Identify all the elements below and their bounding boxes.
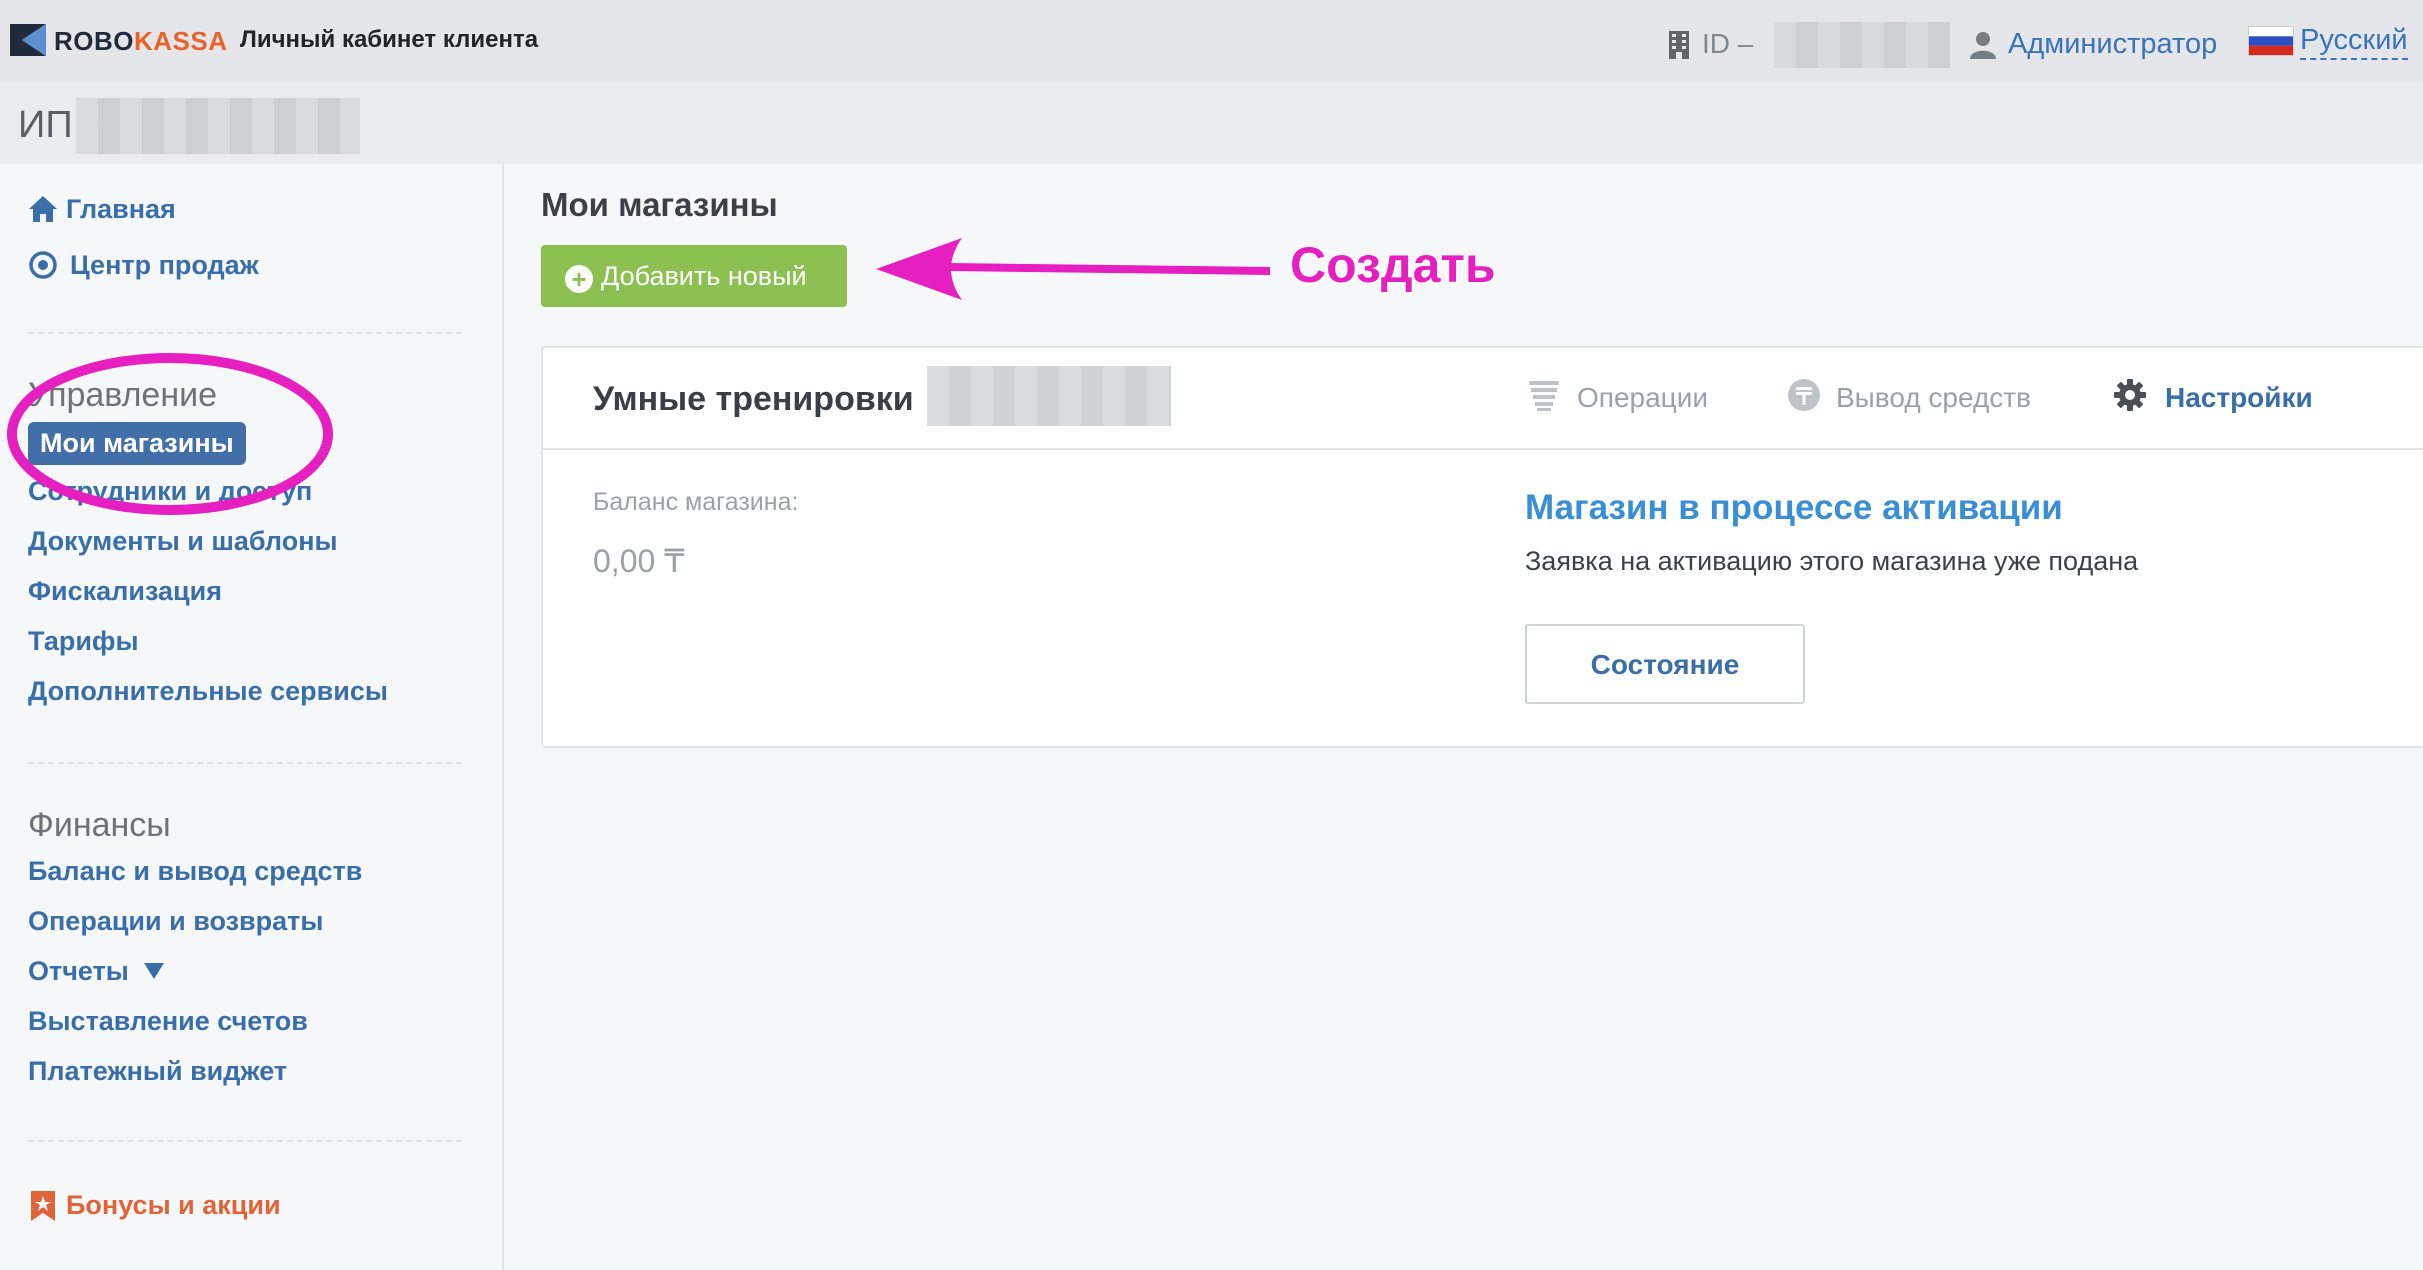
building-icon	[1669, 31, 1689, 59]
annotation-highlight-ellipse	[7, 353, 333, 515]
tab-settings[interactable]: Настройки	[2165, 382, 2313, 414]
cabinet-title: Личный кабинет клиента	[240, 26, 539, 53]
activation-status-description: Заявка на активацию этого магазина уже п…	[1525, 546, 2139, 576]
sidebar-divider	[28, 1140, 462, 1142]
sidebar: Главная Центр продаж Управление Мои мага…	[0, 164, 504, 1270]
shop-card: Умные тренировки Операции Вывод средств	[541, 346, 2423, 748]
language-selector[interactable]: Русский	[2300, 24, 2408, 60]
sidebar-item-documents[interactable]: Документы и шаблоны	[28, 526, 338, 557]
russian-flag-icon	[2248, 26, 2294, 56]
brand-part2: KASSA	[134, 26, 228, 56]
robokassa-logo-icon	[10, 24, 46, 56]
redacted-shop-name	[927, 366, 1171, 426]
annotation-label: Создать	[1290, 237, 1496, 293]
sidebar-item-bonuses[interactable]: Бонусы и акции	[66, 1190, 281, 1221]
page-title: Мои магазины	[541, 186, 778, 223]
tab-operations[interactable]: Операции	[1577, 382, 1708, 414]
sidebar-divider	[28, 762, 462, 764]
sidebar-item-extra-services[interactable]: Дополнительные сервисы	[28, 676, 388, 707]
sidebar-item-home[interactable]: Главная	[66, 194, 176, 225]
sidebar-divider	[28, 332, 462, 334]
sidebar-item-tariffs[interactable]: Тарифы	[28, 626, 139, 657]
balance-value: 0,00 ₸	[593, 543, 685, 579]
bookmark-star-icon	[31, 1191, 55, 1221]
sidebar-item-sales-center[interactable]: Центр продаж	[70, 250, 259, 281]
top-bar: ROBOKASSA Личный кабинет клиента ID – Ад…	[0, 0, 2423, 82]
brand-name[interactable]: ROBOKASSA	[54, 26, 228, 57]
tenge-coin-icon	[1788, 379, 1820, 411]
redacted-organization-name	[76, 98, 360, 154]
sidebar-item-reports[interactable]: Отчеты	[28, 956, 165, 987]
sidebar-item-reports-label: Отчеты	[28, 956, 129, 986]
target-icon	[29, 251, 57, 279]
shop-name[interactable]: Умные тренировки	[593, 380, 914, 419]
organization-bar: ИП	[0, 82, 2423, 164]
balance-label: Баланс магазина:	[593, 488, 799, 516]
stack-icon	[1529, 381, 1559, 411]
gear-icon	[2114, 379, 2146, 411]
plus-circle-icon: +	[565, 265, 593, 293]
brand-part1: ROBO	[54, 26, 134, 56]
sidebar-item-balance[interactable]: Баланс и вывод средств	[28, 856, 362, 887]
activation-status-title: Магазин в процессе активации	[1525, 488, 2063, 527]
tab-withdrawal[interactable]: Вывод средств	[1836, 382, 2031, 414]
sidebar-item-payment-widget[interactable]: Платежный виджет	[28, 1056, 287, 1087]
user-role-link[interactable]: Администратор	[2008, 28, 2217, 61]
annotation-arrow-icon	[876, 238, 1270, 300]
sidebar-item-fiscalization[interactable]: Фискализация	[28, 576, 222, 607]
dropdown-triangle-icon	[144, 963, 165, 979]
section-title-finance: Финансы	[28, 806, 171, 844]
status-button[interactable]: Состояние	[1525, 624, 1805, 704]
redacted-id	[1774, 22, 1950, 68]
sidebar-item-invoicing[interactable]: Выставление счетов	[28, 1006, 308, 1037]
user-icon	[1970, 32, 1996, 59]
account-id-label: ID –	[1702, 28, 1754, 59]
shop-card-header: Умные тренировки Операции Вывод средств	[543, 348, 2423, 450]
home-icon	[29, 196, 57, 222]
organization-prefix: ИП	[18, 104, 73, 146]
add-new-shop-button[interactable]: + Добавить новый	[541, 245, 847, 307]
add-new-shop-label: Добавить новый	[601, 261, 807, 291]
sidebar-item-operations[interactable]: Операции и возвраты	[28, 906, 323, 937]
